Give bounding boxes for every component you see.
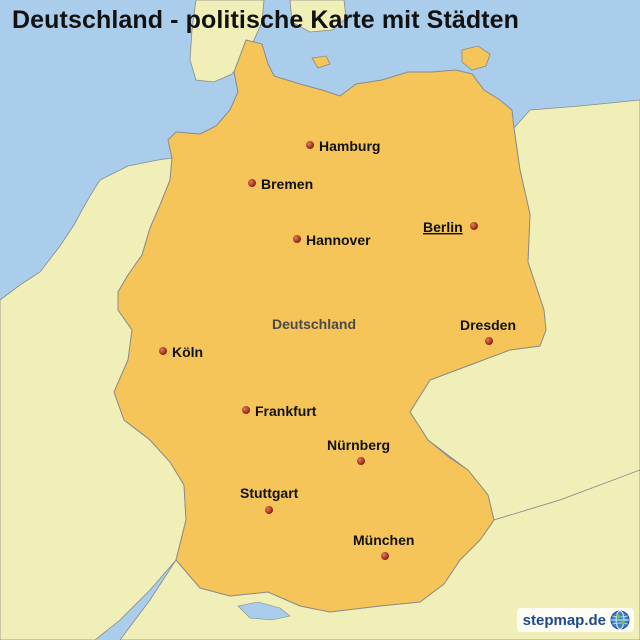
city-label: München [353,532,414,548]
city-label: Nürnberg [327,437,390,453]
city-label: Köln [172,344,203,360]
city-dot [381,552,389,560]
city-dot [293,235,301,243]
city-dot [242,406,250,414]
city-dot [485,337,493,345]
city-label: Hannover [306,232,371,248]
city-dot [470,222,478,230]
city-dot [248,179,256,187]
city-label-capital: Berlin [423,219,463,235]
city-label: Dresden [460,317,516,333]
map-canvas: Deutschland Hamburg Bremen Hannover Berl… [0,0,640,640]
city-label: Bremen [261,176,313,192]
city-dot [357,457,365,465]
city-dot [265,506,273,514]
map-title: Deutschland - politische Karte mit Städt… [12,6,520,34]
city-label: Stuttgart [240,485,299,501]
city-label: Frankfurt [255,403,317,419]
city-dot [306,141,314,149]
country-label: Deutschland [272,316,356,332]
city-label: Hamburg [319,138,380,154]
stepmap-brand-link[interactable]: stepmap.de [516,608,634,632]
city-dot [159,347,167,355]
globe-icon [610,610,630,630]
brand-text: stepmap.de [522,611,606,629]
